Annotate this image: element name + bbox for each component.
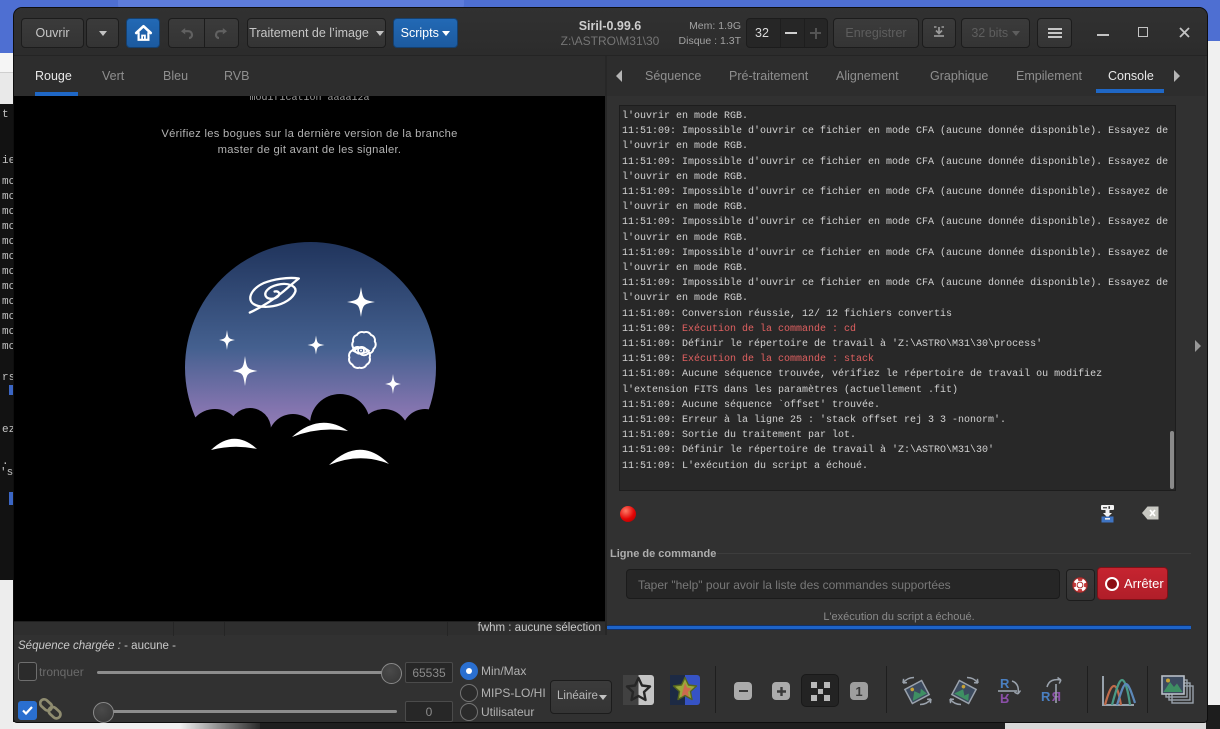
- svg-text:R: R: [1041, 689, 1051, 704]
- svg-text:R: R: [1000, 676, 1010, 691]
- svg-text:R: R: [1000, 691, 1010, 706]
